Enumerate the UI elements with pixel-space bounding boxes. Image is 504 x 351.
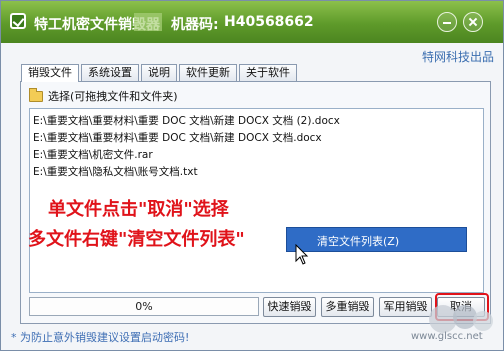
title-bar[interactable]: 特工机密文件销毁器 机器码: H40568662 xyxy=(1,1,503,43)
tab-software-update[interactable]: 软件更新 xyxy=(179,64,237,81)
file-list-item[interactable]: E:\重要文档\重要材料\重要 DOC 文档\新建 DOCX 文档 (2).do… xyxy=(33,113,340,129)
machine-code-label: 机器码: xyxy=(171,17,219,33)
annotation-single-file: 单文件点击"取消"选择 xyxy=(48,199,229,220)
brand-link[interactable]: 特网科技出品 xyxy=(422,48,494,65)
context-menu: 清空文件列表(Z) xyxy=(286,227,467,252)
check-shield-icon xyxy=(10,13,26,29)
tab-bar: 销毁文件 系统设置 说明 软件更新 关于软件 xyxy=(21,64,299,82)
close-icon[interactable] xyxy=(463,12,483,32)
mouse-pointer-icon xyxy=(295,244,309,265)
file-list-item[interactable]: E:\重要文档\重要材料\重要 DOC 文档\新建 DOCX 文档.docx xyxy=(33,130,322,146)
machine-code-value: H40568662 xyxy=(224,14,314,30)
tab-system-settings[interactable]: 系统设置 xyxy=(81,64,139,81)
progress-text: 0% xyxy=(135,300,153,313)
minimize-icon[interactable] xyxy=(437,12,457,32)
app-window: 特工机密文件销毁器 机器码: H40568662 特网科技出品 销毁文件 系统设… xyxy=(0,0,504,351)
file-list-item[interactable]: E:\重要文档\机密文件.rar xyxy=(33,147,153,163)
destroy-files-panel: 选择(可拖拽文件和文件夹) E:\重要文档\重要材料\重要 DOC 文档\新建 … xyxy=(20,81,491,324)
multi-destroy-button[interactable]: 多重销毁 xyxy=(321,297,374,317)
clear-file-list-menu-item[interactable]: 清空文件列表(Z) xyxy=(317,233,399,249)
folder-open-icon xyxy=(29,87,43,102)
title-redaction xyxy=(134,13,162,31)
progress-bar: 0% xyxy=(29,297,259,316)
quick-destroy-button[interactable]: 快速销毁 xyxy=(263,297,316,317)
file-list-item[interactable]: E:\重要文档\隐私文档\账号文档.txt xyxy=(33,164,198,180)
tab-instructions[interactable]: 说明 xyxy=(141,64,177,81)
watermark-text: www.glscc.net xyxy=(411,331,483,342)
tab-about[interactable]: 关于软件 xyxy=(239,64,297,81)
tab-destroy-files[interactable]: 销毁文件 xyxy=(21,64,79,82)
select-files-button[interactable]: 选择(可拖拽文件和文件夹) xyxy=(29,87,178,104)
startup-password-tip: * 为防止意外销毁建议设置启动密码! xyxy=(11,331,190,344)
annotation-multi-file: 多文件右键"清空文件列表" xyxy=(28,229,245,250)
select-files-label: 选择(可拖拽文件和文件夹) xyxy=(48,90,178,103)
